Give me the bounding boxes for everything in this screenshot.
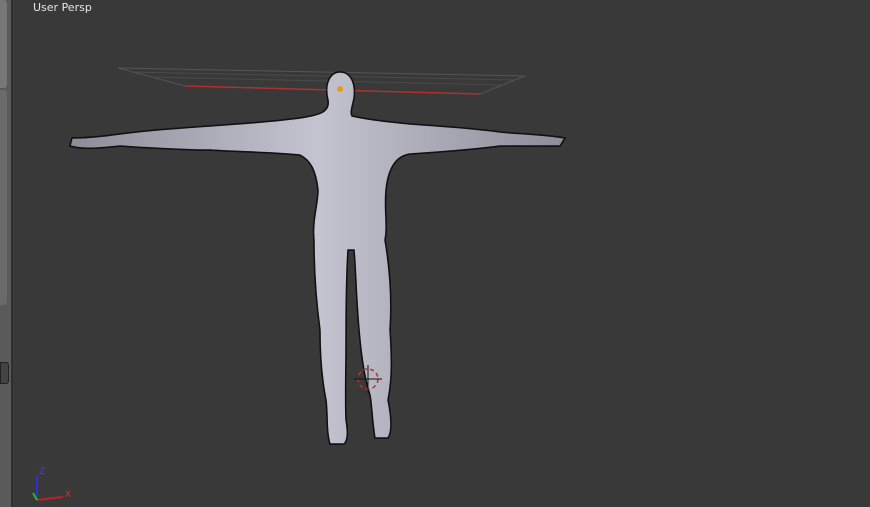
3d-viewport[interactable]: Z X [0, 0, 870, 507]
x-axis-label: X [65, 490, 71, 500]
ground-plane [117, 67, 526, 95]
axis-gizmo: Z X [32, 467, 71, 501]
z-axis-label: Z [39, 467, 45, 477]
x-axis-line [36, 496, 64, 501]
character-mesh[interactable] [69, 71, 567, 445]
object-origin [337, 86, 343, 92]
